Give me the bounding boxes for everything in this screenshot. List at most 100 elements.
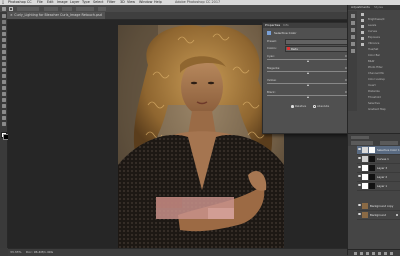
- adj-icon[interactable]: [361, 37, 364, 40]
- paragraph-icon[interactable]: [350, 49, 355, 53]
- layer-name[interactable]: Background copy: [370, 202, 393, 210]
- doc-size[interactable]: Doc: 96.4M/1.49G: [26, 250, 53, 254]
- method-relative-radio[interactable]: [291, 105, 294, 108]
- eye-icon[interactable]: [358, 166, 361, 169]
- link-layers-icon[interactable]: [354, 251, 357, 255]
- adj-item[interactable]: B&W: [368, 60, 398, 63]
- swatches-icon[interactable]: [350, 28, 355, 32]
- history-icon[interactable]: [350, 14, 355, 18]
- fx-icon[interactable]: [360, 251, 363, 255]
- shape-tool-icon[interactable]: [1, 110, 6, 114]
- clone-stamp-tool-icon[interactable]: [1, 62, 6, 66]
- adj-icon[interactable]: [361, 13, 364, 16]
- eye-icon[interactable]: [358, 157, 361, 160]
- option-control[interactable]: [98, 6, 106, 11]
- trash-icon[interactable]: [390, 251, 393, 255]
- adj-item[interactable]: Channel Mix: [368, 72, 398, 75]
- crop-tool-icon[interactable]: [1, 38, 6, 42]
- layer-name[interactable]: Layer 1: [377, 182, 387, 190]
- character-icon[interactable]: [350, 42, 355, 46]
- adj-item[interactable]: Threshold: [368, 96, 398, 99]
- layer-name[interactable]: Curves 1: [377, 155, 389, 163]
- adj-item[interactable]: Invert: [368, 84, 398, 87]
- type-tool-icon[interactable]: [1, 98, 6, 102]
- layer-row[interactable]: Selective Color 1: [357, 146, 400, 155]
- slider-thumb-magenta[interactable]: [307, 71, 309, 74]
- option-dropdown[interactable]: [17, 6, 39, 11]
- layer-row[interactable]: Layer 1: [357, 182, 400, 191]
- home-icon[interactable]: [2, 6, 6, 11]
- eyedropper-tool-icon[interactable]: [1, 44, 6, 48]
- layer-mask-thumbnail[interactable]: [369, 165, 375, 171]
- brush-tool-icon[interactable]: [1, 56, 6, 60]
- zoom-tool-icon[interactable]: [1, 122, 6, 126]
- pen-tool-icon[interactable]: [1, 92, 6, 96]
- option-control[interactable]: [44, 6, 58, 11]
- adj-icon[interactable]: [361, 31, 364, 34]
- tab-adjustments[interactable]: Adjustments: [349, 5, 372, 10]
- layer-filter-dropdown[interactable]: [351, 135, 369, 139]
- adj-item[interactable]: Hue/Sat: [368, 48, 398, 51]
- adjustment-layer-icon[interactable]: [372, 251, 375, 255]
- slider-track-magenta[interactable]: [267, 71, 351, 72]
- layer-row[interactable]: Background: [357, 211, 400, 220]
- layer-mask-thumbnail[interactable]: [369, 174, 375, 180]
- eye-icon[interactable]: [358, 148, 361, 151]
- layer-mask-thumbnail[interactable]: [369, 183, 375, 189]
- option-control[interactable]: [62, 6, 72, 11]
- adj-item[interactable]: Posterize: [368, 90, 398, 93]
- option-control[interactable]: [76, 6, 94, 11]
- slider-thumb-cyan[interactable]: [307, 59, 309, 62]
- brush-settings-icon[interactable]: [350, 35, 355, 39]
- color-icon[interactable]: [350, 21, 355, 25]
- slider-track-black[interactable]: [267, 95, 351, 96]
- history-brush-tool-icon[interactable]: [1, 68, 6, 72]
- document-canvas-image[interactable]: [118, 25, 284, 248]
- adj-icon[interactable]: [361, 25, 364, 28]
- adj-item[interactable]: Gradient Map: [368, 108, 398, 111]
- slider-track-yellow[interactable]: [267, 83, 351, 84]
- group-icon[interactable]: [378, 251, 381, 255]
- opacity-field[interactable]: [380, 141, 398, 145]
- lasso-tool-icon[interactable]: [1, 26, 6, 30]
- layer-mask-thumbnail[interactable]: [369, 147, 375, 153]
- preset-dropdown[interactable]: [285, 38, 355, 45]
- adj-item[interactable]: Brightness/C: [368, 18, 398, 21]
- adj-item[interactable]: Levels: [368, 24, 398, 27]
- eye-icon[interactable]: [358, 213, 361, 216]
- zoom-level[interactable]: 33.33%: [10, 250, 21, 254]
- healing-tool-icon[interactable]: [1, 50, 6, 54]
- document-tab[interactable]: × Curly_Lighting for Bleacher Curls_Image…: [7, 12, 105, 19]
- close-icon[interactable]: ×: [10, 13, 13, 17]
- layer-name[interactable]: Layer 3: [377, 164, 387, 172]
- layer-name[interactable]: Background: [370, 211, 386, 219]
- adj-item[interactable]: Curves: [368, 30, 398, 33]
- new-layer-icon[interactable]: [384, 251, 387, 255]
- slider-track-cyan[interactable]: [267, 59, 351, 60]
- layer-row[interactable]: Layer 2: [357, 173, 400, 182]
- gradient-tool-icon[interactable]: [1, 80, 6, 84]
- eraser-tool-icon[interactable]: [1, 74, 6, 78]
- layer-row[interactable]: Layer 3: [357, 164, 400, 173]
- move-tool-icon[interactable]: [1, 14, 6, 18]
- dodge-tool-icon[interactable]: [1, 86, 6, 90]
- tab-styles[interactable]: Styles: [372, 5, 385, 10]
- layer-mask-thumbnail[interactable]: [369, 156, 375, 162]
- adj-item[interactable]: Photo Filter: [368, 66, 398, 69]
- slider-thumb-yellow[interactable]: [307, 83, 309, 86]
- quick-select-tool-icon[interactable]: [1, 32, 6, 36]
- slider-thumb-black[interactable]: [307, 95, 309, 98]
- adj-item[interactable]: Color Lookup: [368, 78, 398, 81]
- path-select-tool-icon[interactable]: [1, 104, 6, 108]
- method-absolute-radio[interactable]: [313, 105, 316, 108]
- blend-mode-dropdown[interactable]: [351, 141, 373, 145]
- layer-row[interactable]: Background copy: [357, 202, 400, 211]
- adj-item[interactable]: Vibrance: [368, 42, 398, 45]
- adj-icon[interactable]: [361, 19, 364, 22]
- eye-icon[interactable]: [358, 204, 361, 207]
- marquee-tool-icon[interactable]: [1, 20, 6, 24]
- eye-icon[interactable]: [358, 175, 361, 178]
- layer-name[interactable]: Layer 2: [377, 173, 387, 181]
- eye-icon[interactable]: [358, 184, 361, 187]
- tab-properties[interactable]: Properties: [265, 23, 280, 28]
